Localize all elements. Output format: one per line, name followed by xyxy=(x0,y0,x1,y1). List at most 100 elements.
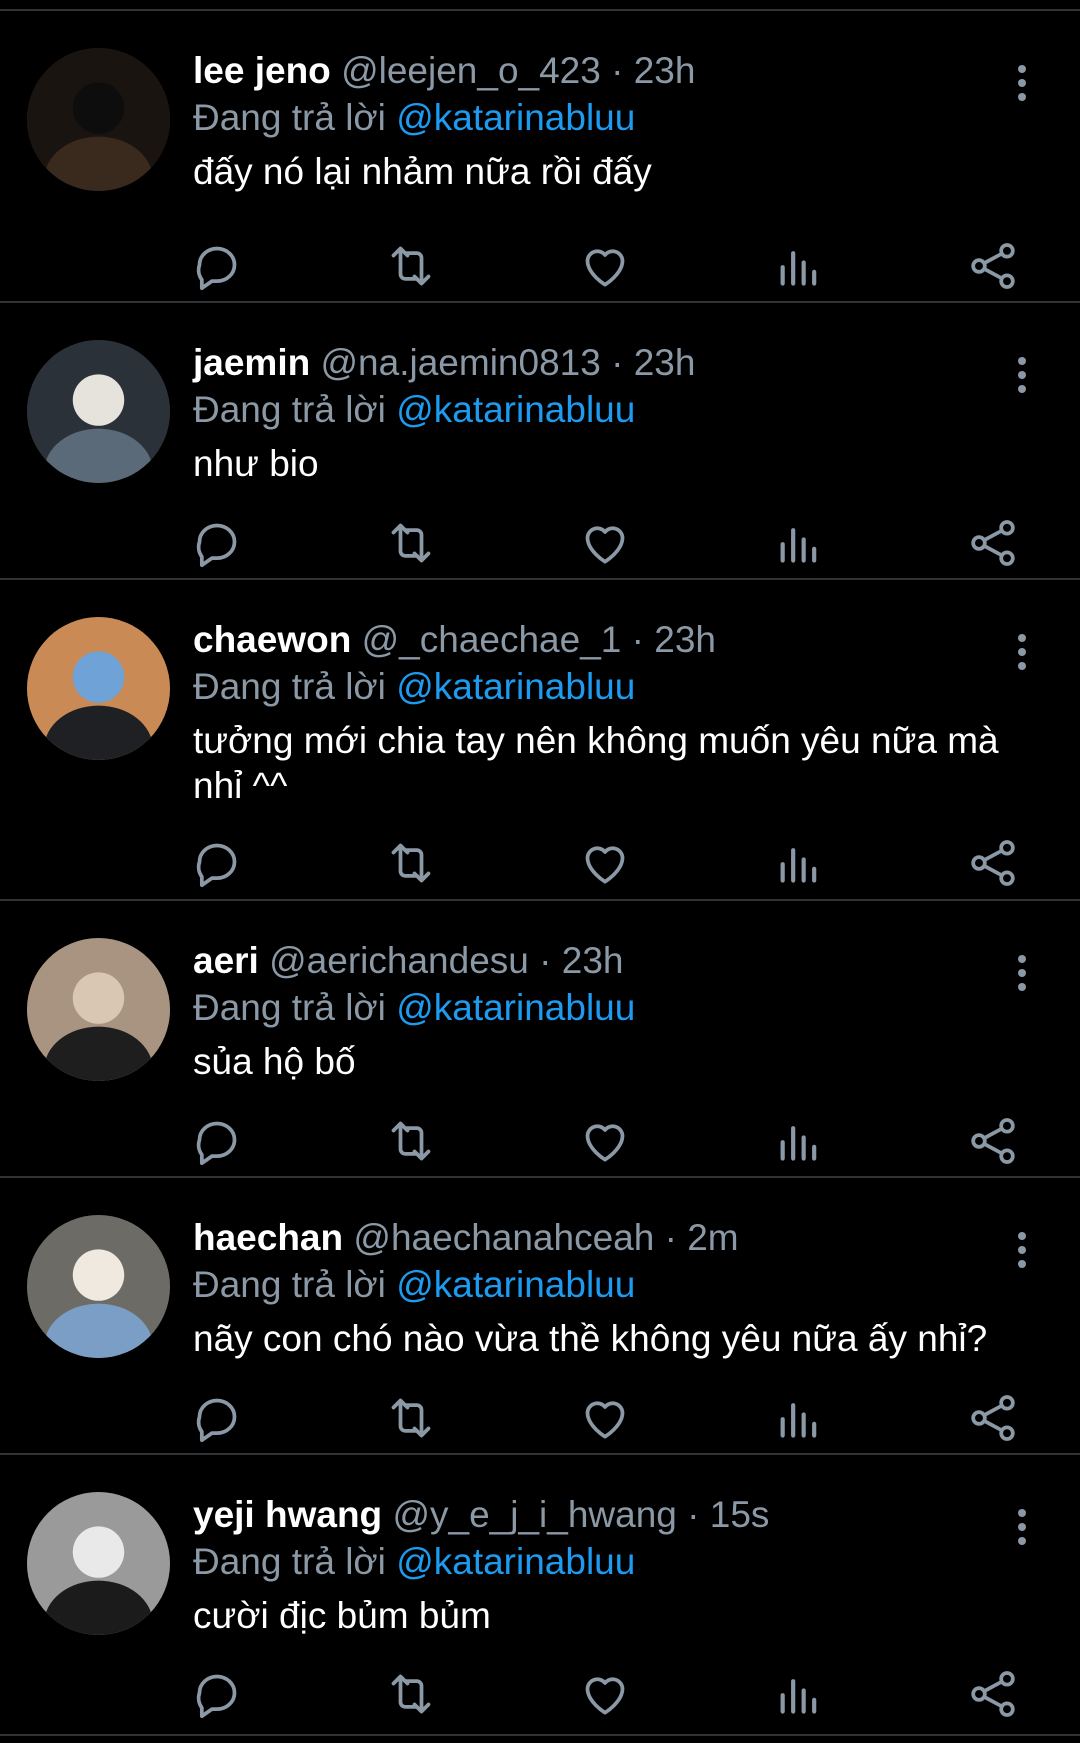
replying-to-mention[interactable]: @katarinabluu xyxy=(396,97,635,138)
replying-to-label: Đang trả lời xyxy=(193,987,386,1028)
action-bar xyxy=(193,1666,1033,1722)
timestamp[interactable]: 23h xyxy=(562,940,624,981)
share-icon[interactable] xyxy=(965,835,1021,891)
timestamp[interactable]: 15s xyxy=(710,1494,770,1535)
username-handle[interactable]: @haechanahceah xyxy=(353,1217,654,1258)
views-icon[interactable] xyxy=(771,1113,827,1169)
reply-tweet[interactable]: lee jeno @leejen_o_423 · 23h Đang trả lờ… xyxy=(0,11,1080,303)
share-icon[interactable] xyxy=(965,238,1021,294)
separator-dot: · xyxy=(664,1217,677,1258)
share-icon[interactable] xyxy=(965,1390,1021,1446)
reply-tweet[interactable]: aeri @aerichandesu · 23h Đang trả lời @k… xyxy=(0,901,1080,1178)
views-icon[interactable] xyxy=(771,515,827,571)
views-icon[interactable] xyxy=(771,835,827,891)
action-bar xyxy=(193,238,1033,294)
replying-to-label: Đang trả lời xyxy=(193,1541,386,1582)
views-icon[interactable] xyxy=(771,1390,827,1446)
reply-tweet[interactable]: yeji hwang @y_e_j_i_hwang · 15s Đang trả… xyxy=(0,1455,1080,1736)
retweet-icon[interactable] xyxy=(383,1666,439,1722)
avatar[interactable] xyxy=(27,938,170,1081)
separator-dot: · xyxy=(687,1494,700,1535)
views-icon[interactable] xyxy=(771,238,827,294)
avatar-image xyxy=(27,1492,170,1635)
avatar[interactable] xyxy=(27,48,170,191)
replying-to: Đang trả lời @katarinabluu xyxy=(193,95,635,141)
tweet-text: tưởng mới chia tay nên không muốn yêu nữ… xyxy=(193,720,999,806)
more-vertical-icon[interactable] xyxy=(1004,355,1040,395)
action-bar xyxy=(193,1113,1033,1169)
like-icon[interactable] xyxy=(577,1113,633,1169)
retweet-icon[interactable] xyxy=(383,835,439,891)
reply-icon[interactable] xyxy=(189,1666,245,1722)
share-icon[interactable] xyxy=(965,515,1021,571)
replying-to-mention[interactable]: @katarinabluu xyxy=(396,1541,635,1582)
tweet-header: jaemin @na.jaemin0813 · 23h xyxy=(193,340,960,386)
replying-to-label: Đang trả lời xyxy=(193,666,386,707)
separator-dot: · xyxy=(539,940,552,981)
reply-tweet[interactable]: jaemin @na.jaemin0813 · 23h Đang trả lời… xyxy=(0,303,1080,580)
replying-to-mention[interactable]: @katarinabluu xyxy=(396,1264,635,1305)
timestamp[interactable]: 23h xyxy=(634,50,696,91)
reply-icon[interactable] xyxy=(189,835,245,891)
reply-icon[interactable] xyxy=(189,238,245,294)
reply-tweet[interactable]: haechan @haechanahceah · 2m Đang trả lời… xyxy=(0,1178,1080,1455)
reply-feed: lee jeno @leejen_o_423 · 23h Đang trả lờ… xyxy=(0,0,1080,1743)
display-name[interactable]: jaemin xyxy=(193,342,310,383)
separator-dot: · xyxy=(611,50,624,91)
more-vertical-icon[interactable] xyxy=(1004,953,1040,993)
display-name[interactable]: haechan xyxy=(193,1217,343,1258)
display-name[interactable]: chaewon xyxy=(193,619,351,660)
avatar[interactable] xyxy=(27,1492,170,1635)
retweet-icon[interactable] xyxy=(383,1113,439,1169)
replying-to: Đang trả lời @katarinabluu xyxy=(193,1539,635,1585)
timestamp[interactable]: 23h xyxy=(654,619,716,660)
tweet-header: chaewon @_chaechae_1 · 23h xyxy=(193,617,960,663)
username-handle[interactable]: @_chaechae_1 xyxy=(362,619,622,660)
reply-icon[interactable] xyxy=(189,515,245,571)
tweet-text: đấy nó lại nhảm nữa rồi đấy xyxy=(193,151,652,192)
display-name[interactable]: aeri xyxy=(193,940,259,981)
tweet-header: aeri @aerichandesu · 23h xyxy=(193,938,960,984)
like-icon[interactable] xyxy=(577,1666,633,1722)
replying-to-mention[interactable]: @katarinabluu xyxy=(396,666,635,707)
more-vertical-icon[interactable] xyxy=(1004,632,1040,672)
views-icon[interactable] xyxy=(771,1666,827,1722)
more-vertical-icon[interactable] xyxy=(1004,1507,1040,1547)
replying-to-mention[interactable]: @katarinabluu xyxy=(396,389,635,430)
reply-icon[interactable] xyxy=(189,1113,245,1169)
more-vertical-icon[interactable] xyxy=(1004,63,1040,103)
tweet-text: nãy con chó nào vừa thề không yêu nữa ấy… xyxy=(193,1318,988,1359)
timestamp[interactable]: 2m xyxy=(687,1217,738,1258)
retweet-icon[interactable] xyxy=(383,515,439,571)
replying-to-label: Đang trả lời xyxy=(193,1264,386,1305)
reply-tweet[interactable]: chaewon @_chaechae_1 · 23h Đang trả lời … xyxy=(0,580,1080,901)
display-name[interactable]: yeji hwang xyxy=(193,1494,382,1535)
username-handle[interactable]: @y_e_j_i_hwang xyxy=(392,1494,676,1535)
avatar-image xyxy=(27,48,170,191)
reply-icon[interactable] xyxy=(189,1390,245,1446)
like-icon[interactable] xyxy=(577,238,633,294)
replying-to-mention[interactable]: @katarinabluu xyxy=(396,987,635,1028)
tweet-text: sủa hộ bố xyxy=(193,1041,356,1082)
avatar[interactable] xyxy=(27,617,170,760)
retweet-icon[interactable] xyxy=(383,238,439,294)
username-handle[interactable]: @aerichandesu xyxy=(269,940,529,981)
tweet-text: cười địc bủm bủm xyxy=(193,1595,491,1636)
share-icon[interactable] xyxy=(965,1666,1021,1722)
replying-to: Đang trả lời @katarinabluu xyxy=(193,1262,635,1308)
action-bar xyxy=(193,1390,1033,1446)
timestamp[interactable]: 23h xyxy=(634,342,696,383)
avatar-image xyxy=(27,340,170,483)
like-icon[interactable] xyxy=(577,515,633,571)
like-icon[interactable] xyxy=(577,835,633,891)
username-handle[interactable]: @na.jaemin0813 xyxy=(321,342,601,383)
replying-to: Đang trả lời @katarinabluu xyxy=(193,664,635,710)
display-name[interactable]: lee jeno xyxy=(193,50,331,91)
avatar[interactable] xyxy=(27,340,170,483)
more-vertical-icon[interactable] xyxy=(1004,1230,1040,1270)
username-handle[interactable]: @leejen_o_423 xyxy=(341,50,601,91)
retweet-icon[interactable] xyxy=(383,1390,439,1446)
like-icon[interactable] xyxy=(577,1390,633,1446)
avatar[interactable] xyxy=(27,1215,170,1358)
share-icon[interactable] xyxy=(965,1113,1021,1169)
